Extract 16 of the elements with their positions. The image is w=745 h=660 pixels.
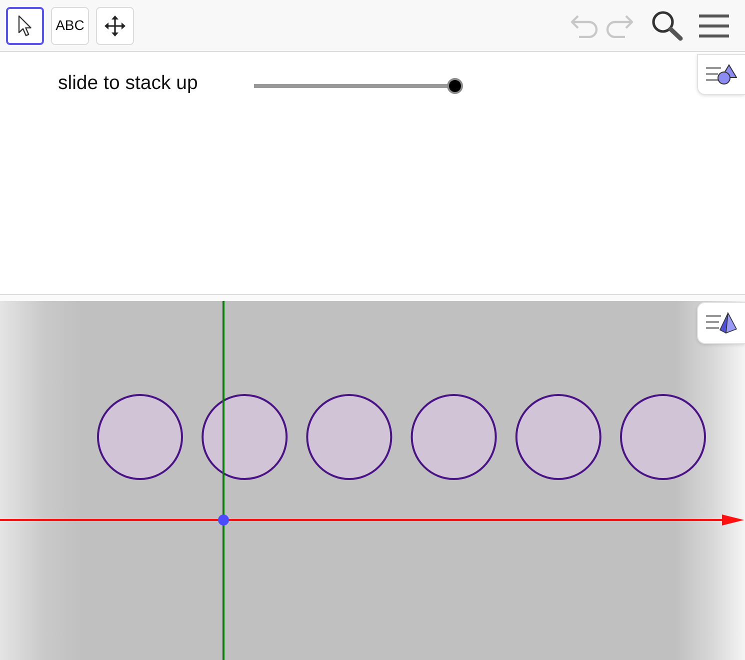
- style-bar-toggle[interactable]: [697, 54, 745, 95]
- search-icon: [651, 10, 683, 41]
- menu-icon: [699, 14, 729, 38]
- four-way-arrows-icon: [104, 14, 126, 36]
- origin-point[interactable]: [218, 514, 229, 526]
- move-tool-button[interactable]: [96, 6, 134, 44]
- redo-icon: [605, 14, 635, 38]
- text-tool-button[interactable]: ABC: [51, 6, 89, 44]
- lines-circle-triangle-icon: [706, 64, 737, 85]
- undo-icon: [569, 14, 599, 38]
- lines-pyramid-icon: [706, 312, 737, 334]
- style-bar-toggle[interactable]: [697, 302, 745, 344]
- slider-label: slide to stack up: [58, 72, 198, 94]
- select-tool-button[interactable]: [6, 6, 44, 44]
- slider-thumb[interactable]: [446, 78, 463, 94]
- pointer-icon: [18, 14, 32, 36]
